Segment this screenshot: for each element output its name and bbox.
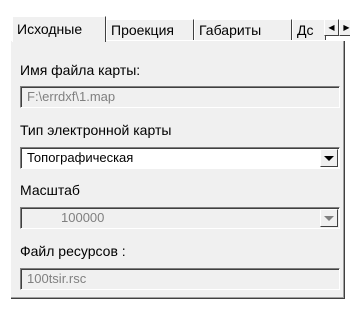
scroll-right-button[interactable]: ▶ (339, 19, 350, 36)
tab-dimensions[interactable]: Габариты (194, 19, 292, 40)
tab-panel (10, 40, 344, 298)
map-type-value: Топографическая (27, 150, 134, 165)
map-type-select[interactable]: Топографическая (20, 147, 340, 169)
map-type-dropdown-button[interactable] (320, 149, 338, 167)
scale-select[interactable]: 100000 (20, 207, 340, 229)
resource-file-label: Файл ресурсов : (20, 243, 126, 259)
scale-label: Масштаб (20, 182, 80, 198)
tab-scroll-buttons: ◀ ▶ (324, 19, 350, 36)
map-file-field[interactable]: F:\errdxf\1.map (20, 86, 340, 108)
chevron-down-icon (324, 155, 334, 161)
chevron-down-icon (324, 215, 334, 221)
tab-projection[interactable]: Проекция (106, 19, 194, 40)
scale-value: 100000 (61, 210, 105, 225)
tab-source[interactable]: Исходные (12, 16, 106, 42)
arrow-left-icon: ◀ (328, 23, 335, 32)
tab-more[interactable]: Дс (292, 19, 326, 40)
resource-file-field[interactable]: 100tsir.rsc (20, 268, 340, 290)
arrow-right-icon: ▶ (343, 23, 350, 32)
tab-strip: Исходные Проекция Габариты Дс ◀ ▶ (12, 16, 350, 42)
map-file-label: Имя файла карты: (20, 62, 141, 78)
map-type-label: Тип электронной карты (20, 122, 172, 138)
scroll-left-button[interactable]: ◀ (324, 19, 339, 36)
scale-dropdown-button[interactable] (320, 209, 338, 227)
